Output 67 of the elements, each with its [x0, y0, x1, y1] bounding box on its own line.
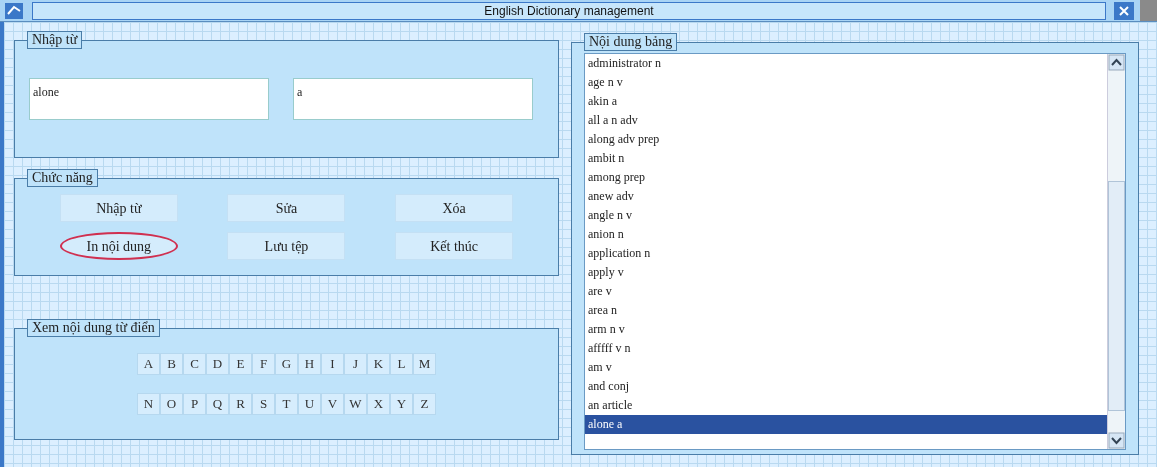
letter-button[interactable]: L: [390, 353, 413, 375]
close-icon: [1118, 4, 1130, 17]
letter-button[interactable]: T: [275, 393, 298, 415]
list-item[interactable]: and conj: [585, 377, 1107, 396]
scrollbar[interactable]: [1107, 54, 1125, 449]
list-item[interactable]: am v: [585, 358, 1107, 377]
letter-button[interactable]: G: [275, 353, 298, 375]
scroll-thumb[interactable]: [1108, 180, 1125, 411]
letter-button[interactable]: X: [367, 393, 390, 415]
list-item[interactable]: ambit n: [585, 149, 1107, 168]
letter-button[interactable]: H: [298, 353, 321, 375]
group-title: Chức năng: [27, 169, 98, 187]
list-item[interactable]: anion n: [585, 225, 1107, 244]
action-button[interactable]: Nhập từ: [59, 194, 178, 222]
close-button[interactable]: [1114, 1, 1134, 20]
letter-button[interactable]: O: [160, 393, 183, 415]
list-item[interactable]: arm n v: [585, 320, 1107, 339]
list-item[interactable]: alone a: [585, 415, 1107, 434]
action-button[interactable]: Kết thúc: [395, 232, 514, 260]
letter-button[interactable]: V: [321, 393, 344, 415]
letter-button[interactable]: W: [344, 393, 367, 415]
letter-button[interactable]: Q: [206, 393, 229, 415]
letter-button[interactable]: J: [344, 353, 367, 375]
scroll-down-icon[interactable]: [1108, 432, 1125, 449]
letter-button[interactable]: Z: [413, 393, 436, 415]
letter-button[interactable]: N: [137, 393, 160, 415]
letter-button[interactable]: E: [229, 353, 252, 375]
list-item[interactable]: angle n v: [585, 206, 1107, 225]
list-item[interactable]: afffff v n: [585, 339, 1107, 358]
list-item[interactable]: along adv prep: [585, 130, 1107, 149]
group-title: Xem nội dung từ điển: [27, 319, 160, 337]
letter-button[interactable]: I: [321, 353, 344, 375]
letter-button[interactable]: S: [252, 393, 275, 415]
scroll-up-icon[interactable]: [1108, 54, 1125, 71]
list-item[interactable]: age n v: [585, 73, 1107, 92]
list-item[interactable]: anew adv: [585, 187, 1107, 206]
list-item[interactable]: application n: [585, 244, 1107, 263]
letter-button[interactable]: K: [367, 353, 390, 375]
letter-button[interactable]: A: [137, 353, 160, 375]
list-item[interactable]: among prep: [585, 168, 1107, 187]
group-title: Nội dung bảng: [584, 33, 678, 51]
list-item[interactable]: all a n adv: [585, 111, 1107, 130]
list-item[interactable]: akin a: [585, 92, 1107, 111]
letter-button[interactable]: D: [206, 353, 229, 375]
list-item[interactable]: apply v: [585, 263, 1107, 282]
list-item[interactable]: an article: [585, 396, 1107, 415]
window-edge-strip: [1140, 0, 1157, 21]
letter-button[interactable]: C: [183, 353, 206, 375]
window-title[interactable]: English Dictionary management: [484, 1, 654, 20]
action-button[interactable]: Sửa: [227, 194, 346, 222]
group-title: Nhập từ: [27, 31, 83, 49]
action-button[interactable]: Lưu tệp: [227, 232, 346, 260]
list-item[interactable]: area n: [585, 301, 1107, 320]
text-field[interactable]: alone: [29, 78, 269, 120]
action-button[interactable]: In nội dung: [59, 232, 178, 260]
action-button[interactable]: Xóa: [395, 194, 514, 222]
letter-button[interactable]: B: [160, 353, 183, 375]
app-icon: [4, 1, 24, 20]
letter-button[interactable]: U: [298, 393, 321, 415]
letter-button[interactable]: F: [252, 353, 275, 375]
list-item[interactable]: administrator n: [585, 54, 1107, 73]
letter-button[interactable]: P: [183, 393, 206, 415]
list-item[interactable]: are v: [585, 282, 1107, 301]
letter-button[interactable]: R: [229, 393, 252, 415]
text-field[interactable]: a: [293, 78, 533, 120]
letter-button[interactable]: Y: [390, 393, 413, 415]
letter-button[interactable]: M: [413, 353, 436, 375]
